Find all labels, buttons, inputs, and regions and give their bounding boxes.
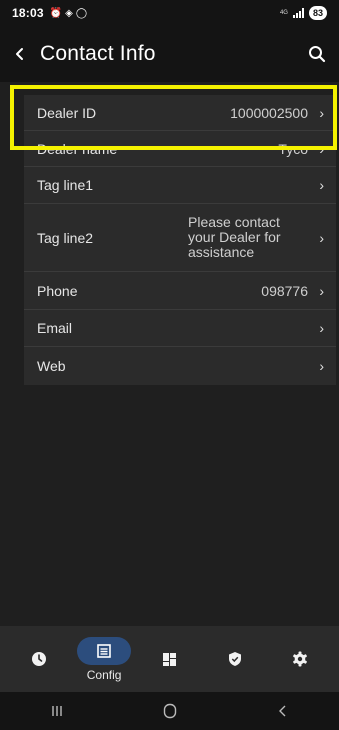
row-phone[interactable]: Phone 098776 › (24, 272, 336, 310)
chevron-right-icon: › (319, 177, 324, 193)
row-dealer-name[interactable]: Dealer name Tyco › (24, 131, 336, 167)
row-value: 1000002500 (230, 104, 308, 121)
settings-gear-icon (293, 651, 308, 667)
chevron-left-icon (16, 48, 23, 60)
row-web[interactable]: Web › (24, 347, 336, 385)
row-label: Email (37, 320, 73, 336)
back-icon (278, 705, 285, 717)
row-value: Please contact your Dealer for assistanc… (188, 214, 281, 260)
whatsapp-icon: ◯ (75, 7, 88, 19)
status-notification-icons: ⏰ ◈ ◯ (50, 8, 87, 19)
search-button[interactable] (295, 26, 339, 82)
contact-info-list: Dealer ID 1000002500 › Dealer name Tyco … (24, 95, 336, 385)
clock-icon (31, 652, 46, 666)
back-button[interactable] (0, 26, 40, 82)
battery-indicator: 83 (308, 6, 327, 20)
nav-settings[interactable] (273, 629, 327, 689)
row-tag-line1[interactable]: Tag line1 › (24, 167, 336, 204)
row-dealer-id[interactable]: Dealer ID 1000002500 › (24, 95, 336, 131)
network-type: 4G (279, 10, 288, 16)
nav-config[interactable]: Config (77, 629, 132, 689)
location-icon: ◈ (65, 7, 73, 19)
status-right: 4G 83 (280, 6, 327, 20)
alarm-icon: ⏰ (49, 7, 63, 19)
row-label: Web (37, 358, 66, 374)
chevron-right-icon: › (319, 104, 324, 121)
status-bar: 18:03 ⏰ ◈ ◯ 4G 83 (0, 0, 339, 26)
config-list-icon (97, 643, 111, 658)
search-icon (309, 46, 326, 63)
row-tag-line2[interactable]: Tag line2 Please contact your Dealer for… (24, 204, 336, 272)
home-icon (163, 703, 176, 719)
row-label: Tag line2 (37, 229, 94, 246)
chevron-right-icon: › (319, 320, 324, 336)
nav-history[interactable] (12, 629, 66, 689)
status-time: 18:03 (12, 6, 44, 20)
screen: 18:03 ⏰ ◈ ◯ 4G 83 Contact Info Dealer ID… (0, 0, 339, 730)
signal-icon (292, 8, 304, 18)
page-title: Contact Info (40, 42, 156, 65)
row-label: Dealer name (37, 140, 118, 157)
row-value: Tyco (278, 140, 308, 157)
nav-dashboard[interactable] (142, 629, 196, 689)
chevron-right-icon: › (319, 358, 324, 374)
row-label: Phone (37, 282, 78, 299)
recents-icon (51, 706, 62, 716)
nav-security[interactable] (208, 629, 262, 689)
row-email[interactable]: Email › (24, 310, 336, 347)
home-button[interactable] (140, 692, 200, 730)
battery-level: 83 (312, 8, 323, 18)
nav-label-config: Config (86, 667, 122, 682)
app-bar: Contact Info (0, 26, 339, 82)
chevron-right-icon: › (319, 282, 324, 299)
shield-check-icon (228, 652, 241, 666)
row-label: Tag line1 (37, 177, 94, 193)
row-label: Dealer ID (37, 104, 97, 121)
chevron-right-icon: › (319, 229, 324, 246)
chevron-right-icon: › (319, 140, 324, 157)
bottom-navigation: Config (0, 626, 339, 692)
system-navigation-bar (0, 692, 339, 730)
row-value: 098776 (261, 282, 308, 299)
recents-button[interactable] (27, 692, 87, 730)
system-back-button[interactable] (253, 692, 313, 730)
dashboard-grid-icon (162, 652, 176, 666)
